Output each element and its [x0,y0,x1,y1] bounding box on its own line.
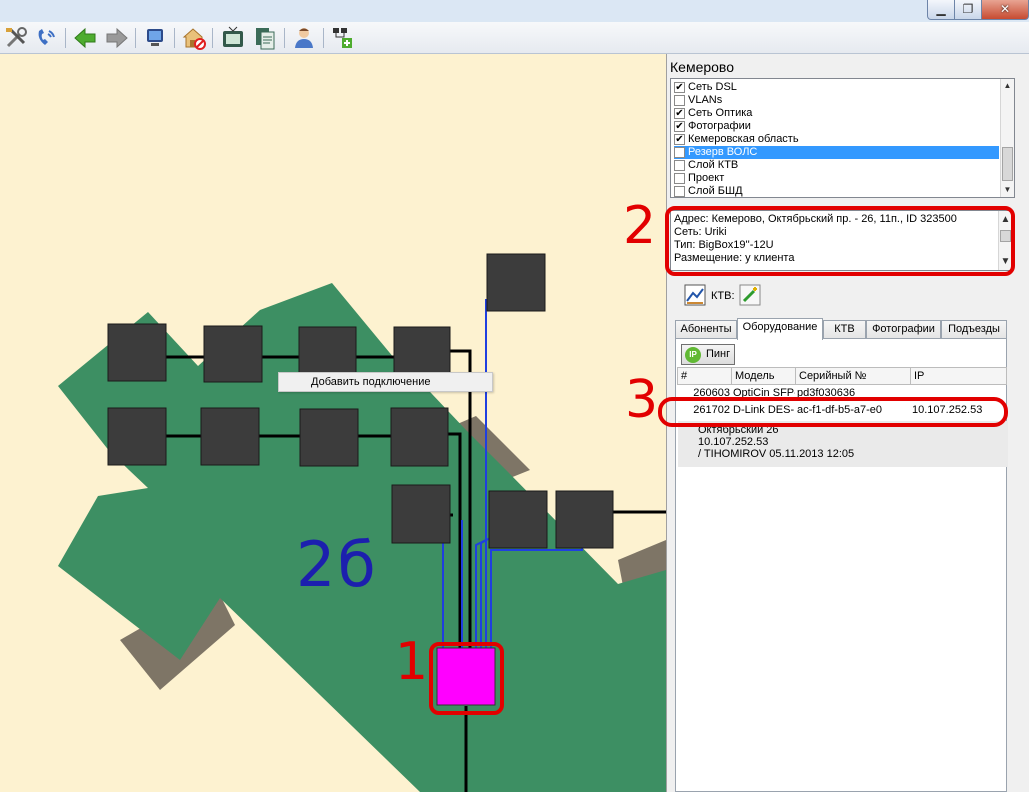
scroll-up-icon[interactable]: ▲ [1001,79,1014,93]
toolbar-separator [284,28,285,48]
user-icon[interactable] [291,25,317,51]
layer-item[interactable]: Слой КТВ [674,159,999,172]
close-icon: ✕ [999,2,1011,16]
handset-icon[interactable] [33,25,59,51]
chart-edit-icon[interactable] [684,284,706,306]
window-controls: ▁ ❐ ✕ [927,0,1029,20]
layer-item[interactable]: VLANs [674,94,999,107]
documents-icon[interactable] [252,25,278,51]
layer-item[interactable]: ✔ Кемеровская область [674,133,999,146]
toolbar-separator [65,28,66,48]
layer-checkbox[interactable] [674,95,685,106]
back-arrow-icon[interactable] [72,25,98,51]
layer-item-selected[interactable]: Резерв ВОЛС [674,146,999,159]
network-add-icon[interactable] [330,25,356,51]
col-header-serial[interactable]: Серийный № [795,367,911,385]
layer-list-scrollbar[interactable]: ▲ ▼ [1000,79,1014,197]
toolbar-separator [135,28,136,48]
layer-checkbox[interactable]: ✔ [674,108,685,119]
home-disabled-icon[interactable] [181,25,207,51]
layer-label: Слой БШД [688,185,743,197]
layer-label: VLANs [688,94,723,106]
map-drawing [58,253,666,792]
tools-icon[interactable] [3,25,29,51]
tab-entrances[interactable]: Подъезды [941,320,1007,339]
ping-button[interactable]: IP Пинг [681,344,735,365]
annotation-box-2 [665,206,1015,276]
toolbar-separator [323,28,324,48]
layer-checkbox[interactable] [674,186,685,197]
minimize-icon: ▁ [936,2,946,16]
close-button[interactable]: ✕ [982,0,1029,20]
annotation-box-3 [658,397,1008,427]
annotation-box-1 [429,642,504,715]
tv-set-icon[interactable] [220,25,246,51]
layer-item[interactable]: ✔ Фотографии [674,120,999,133]
tab-photos[interactable]: Фотографии [866,320,941,339]
monitor-icon[interactable] [142,25,168,51]
layer-label: Фотографии [688,120,751,132]
layer-label: Резерв ВОЛС [688,146,758,158]
side-panel: Кемерово ✔ Сеть DSL VLANs ✔ Сеть Оптика ✔ Ф… [623,54,1029,792]
layer-label: Проект [688,172,725,184]
tab-subscribers[interactable]: Абоненты [675,320,737,339]
col-header-ip[interactable]: IP [910,367,1007,385]
annotation-3: 3 [625,370,659,430]
annotation-2: 2 [623,196,657,256]
ip-icon: IP [685,347,701,363]
title-bar: ▁ ❐ ✕ [0,0,1029,22]
layer-item[interactable]: ✔ Сеть Оптика [674,107,999,120]
ktv-label: КТВ: [711,290,735,302]
magic-wand-icon[interactable] [739,284,761,306]
map-canvas[interactable]: Добавить подключение 2б 1 [0,54,666,792]
region-title: Кемерово [670,59,734,75]
maximize-icon: ❐ [962,2,974,16]
layer-checkbox[interactable]: ✔ [674,121,685,132]
detail-line: / TIHOMIROV 05.11.2013 12:05 [698,448,855,460]
maximize-button[interactable]: ❐ [955,0,982,20]
layer-item[interactable]: ✔ Сеть DSL [674,81,999,94]
layer-item[interactable]: Слой БШД [674,185,999,198]
scroll-thumb[interactable] [1002,147,1013,181]
layer-label: Сеть Оптика [688,107,753,119]
layer-checkbox[interactable] [674,160,685,171]
layer-checkbox[interactable] [674,147,685,158]
layer-label: Слой КТВ [688,159,739,171]
toolbar-separator [174,28,175,48]
layer-list[interactable]: ✔ Сеть DSL VLANs ✔ Сеть Оптика ✔ Фотографии… [670,78,1015,198]
toolbar [0,22,1029,54]
building-number-label: 2б [296,528,378,601]
col-header-model[interactable]: Модель [731,367,796,385]
detail-line: 10.107.252.53 [698,436,769,448]
forward-arrow-icon[interactable] [104,25,130,51]
ping-label: Пинг [706,348,731,360]
row-detail: Октябрьский 26 10.107.252.53 / TIHOMIROV… [678,421,1008,467]
context-menu-add-connection[interactable]: Добавить подключение [278,372,493,392]
scroll-down-icon[interactable]: ▼ [1001,183,1014,197]
layer-label: Сеть DSL [688,81,737,93]
tab-equipment[interactable]: Оборудование [737,318,823,340]
annotation-1: 1 [395,632,429,692]
toolbar-separator [212,28,213,48]
layer-checkbox[interactable] [674,173,685,184]
col-header-id[interactable]: # [677,367,732,385]
layer-checkbox[interactable]: ✔ [674,134,685,145]
layer-label: Кемеровская область [688,133,799,145]
layer-checkbox[interactable]: ✔ [674,82,685,93]
minimize-button[interactable]: ▁ [927,0,955,20]
layer-item[interactable]: Проект [674,172,999,185]
tab-ktv[interactable]: КТВ [823,320,866,339]
